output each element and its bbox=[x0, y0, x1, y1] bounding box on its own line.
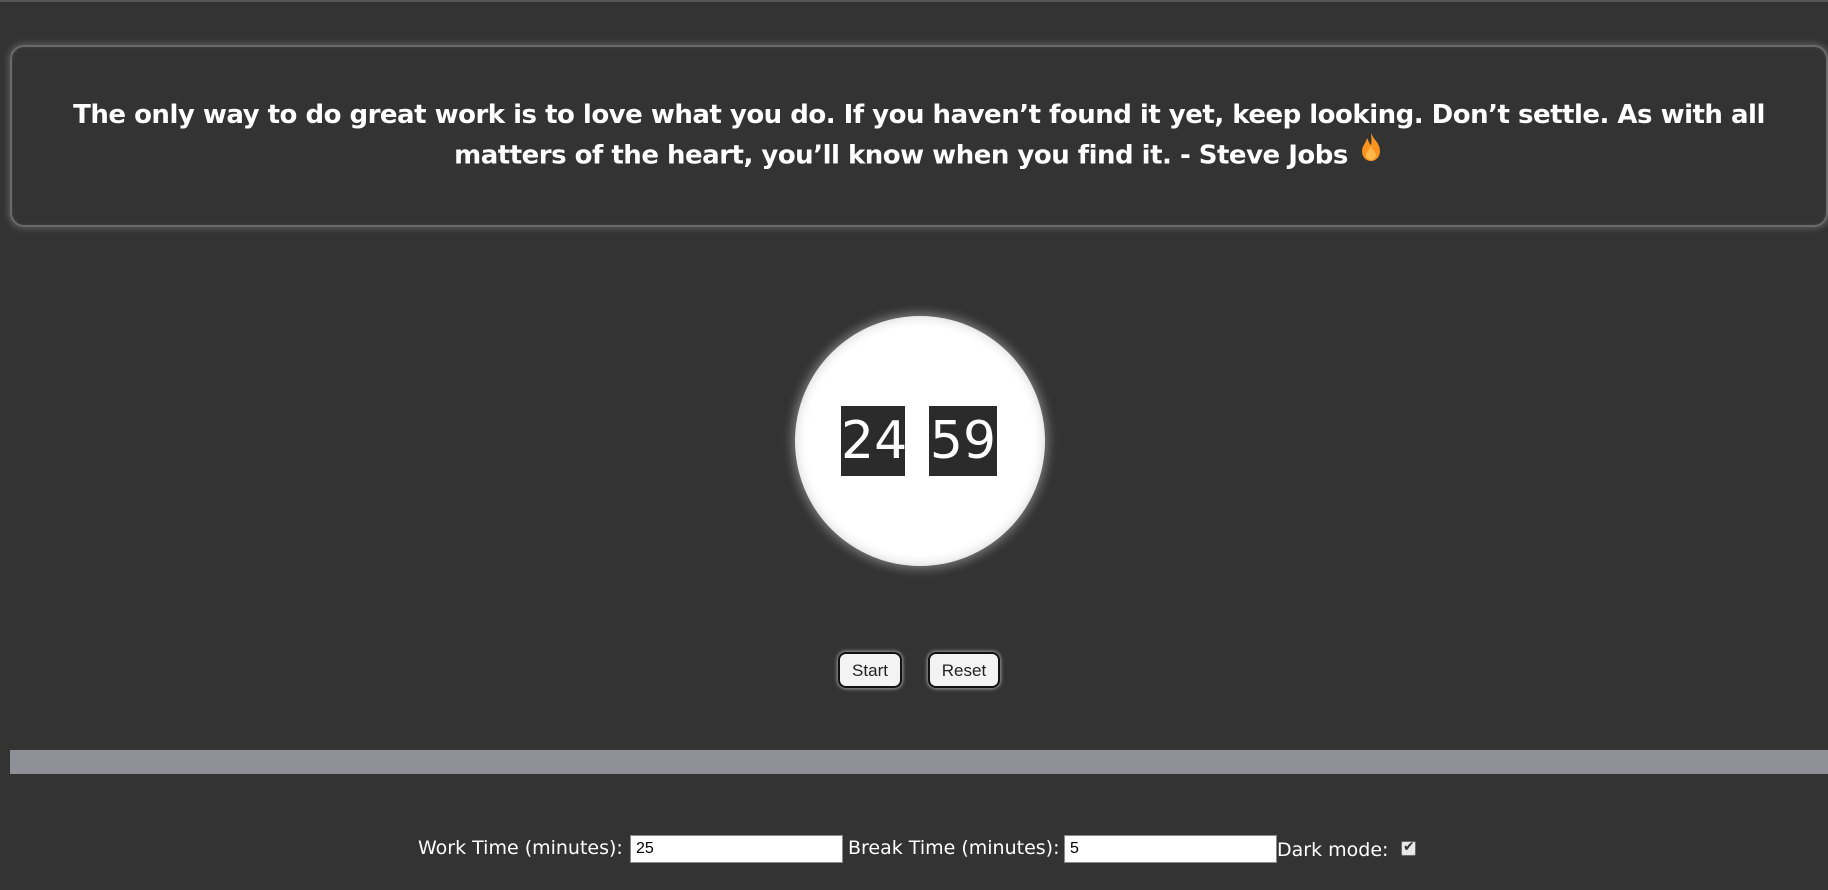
quote-text: The only way to do great work is to love… bbox=[73, 99, 1765, 171]
progress-bar bbox=[10, 750, 1828, 774]
checkmark-icon: ✔ bbox=[1403, 839, 1415, 855]
break-time-input[interactable] bbox=[1064, 835, 1277, 863]
start-button[interactable]: Start bbox=[838, 652, 902, 688]
reset-button[interactable]: Reset bbox=[928, 652, 1000, 688]
dark-mode-checkbox[interactable]: ✔ bbox=[1401, 839, 1416, 856]
work-time-input[interactable] bbox=[630, 835, 843, 863]
settings-row: Work Time (minutes): Break Time (minutes… bbox=[0, 835, 1828, 863]
quote-card: The only way to do great work is to love… bbox=[10, 45, 1828, 227]
timer-dial: 24 59 bbox=[795, 316, 1045, 566]
timer-minutes: 24 bbox=[841, 406, 907, 476]
quote: The only way to do great work is to love… bbox=[42, 96, 1796, 177]
top-divider bbox=[0, 0, 1828, 2]
work-time-label: Work Time (minutes): bbox=[418, 837, 623, 859]
timer-seconds: 59 bbox=[929, 406, 997, 476]
flame-icon bbox=[1358, 132, 1384, 174]
dark-mode-label: Dark mode: bbox=[1277, 839, 1389, 861]
break-time-label: Break Time (minutes): bbox=[848, 837, 1060, 859]
